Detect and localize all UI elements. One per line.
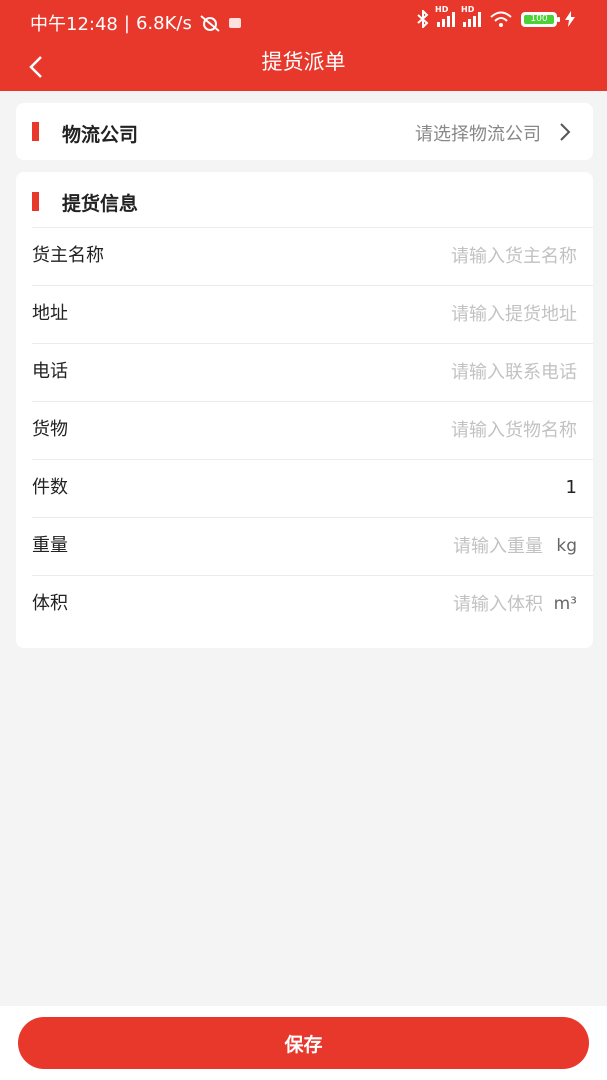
owner-name-input[interactable] xyxy=(217,241,577,271)
divider xyxy=(32,459,593,460)
weight-unit: kg xyxy=(556,536,577,556)
battery-icon: 100 xyxy=(521,11,560,27)
section-marker xyxy=(32,192,39,211)
logistics-company-selector[interactable]: 物流公司 请选择物流公司 xyxy=(16,103,593,160)
quantity-row: 件数 1 xyxy=(16,459,593,517)
nav-bar: 提货派单 xyxy=(0,44,607,91)
charging-icon xyxy=(565,11,575,27)
address-label: 地址 xyxy=(32,303,68,324)
signal-icon: HD xyxy=(435,5,455,27)
status-net-speed: 6.8K/s xyxy=(135,12,192,34)
owner-name-label: 货主名称 xyxy=(32,245,104,266)
battery-level: 100 xyxy=(524,14,554,24)
chevron-right-icon xyxy=(560,123,571,141)
bluetooth-icon xyxy=(417,10,429,28)
divider xyxy=(32,517,593,518)
signal-icon-2: HD xyxy=(461,5,481,27)
wifi-icon xyxy=(490,11,512,27)
status-bar: 中午12:48 | 6.8K/s HD HD 100 xyxy=(0,0,607,44)
address-row: 地址 xyxy=(16,285,593,343)
pickup-info-card: 提货信息 货主名称 地址 电话 货物 件数 1 重量 kg 体积 m³ xyxy=(16,172,593,648)
divider xyxy=(32,343,593,344)
volume-label: 体积 xyxy=(32,593,68,614)
pickup-info-header: 提货信息 xyxy=(16,172,593,227)
owner-name-row: 货主名称 xyxy=(16,227,593,285)
volume-input[interactable] xyxy=(243,589,543,619)
company-placeholder: 请选择物流公司 xyxy=(415,124,541,145)
goods-input[interactable] xyxy=(217,415,577,445)
quantity-value[interactable]: 1 xyxy=(566,459,577,517)
divider xyxy=(32,285,593,286)
app-header: 中午12:48 | 6.8K/s HD HD 100 提货派单 xyxy=(0,0,607,91)
divider xyxy=(32,575,593,576)
phone-input[interactable] xyxy=(217,357,577,387)
phone-row: 电话 xyxy=(16,343,593,401)
section-marker xyxy=(32,122,39,141)
page-title: 提货派单 xyxy=(261,50,346,74)
divider xyxy=(32,401,593,402)
pickup-info-title: 提货信息 xyxy=(62,193,139,215)
status-separator: | xyxy=(123,12,130,34)
goods-label: 货物 xyxy=(32,419,68,440)
volume-unit: m³ xyxy=(553,594,577,614)
status-time: 中午12:48 xyxy=(30,14,118,35)
company-label: 物流公司 xyxy=(62,124,139,146)
alarm-off-icon xyxy=(200,15,220,32)
volume-row: 体积 m³ xyxy=(16,575,593,633)
notification-icon xyxy=(228,18,241,28)
divider xyxy=(32,227,593,228)
weight-input[interactable] xyxy=(243,531,543,561)
weight-label: 重量 xyxy=(32,535,68,556)
bottom-bar: 保存 xyxy=(0,1006,607,1080)
weight-row: 重量 kg xyxy=(16,517,593,575)
goods-row: 货物 xyxy=(16,401,593,459)
phone-label: 电话 xyxy=(32,361,68,382)
quantity-label: 件数 xyxy=(32,477,68,498)
save-button[interactable]: 保存 xyxy=(18,1017,589,1069)
address-input[interactable] xyxy=(217,299,577,329)
